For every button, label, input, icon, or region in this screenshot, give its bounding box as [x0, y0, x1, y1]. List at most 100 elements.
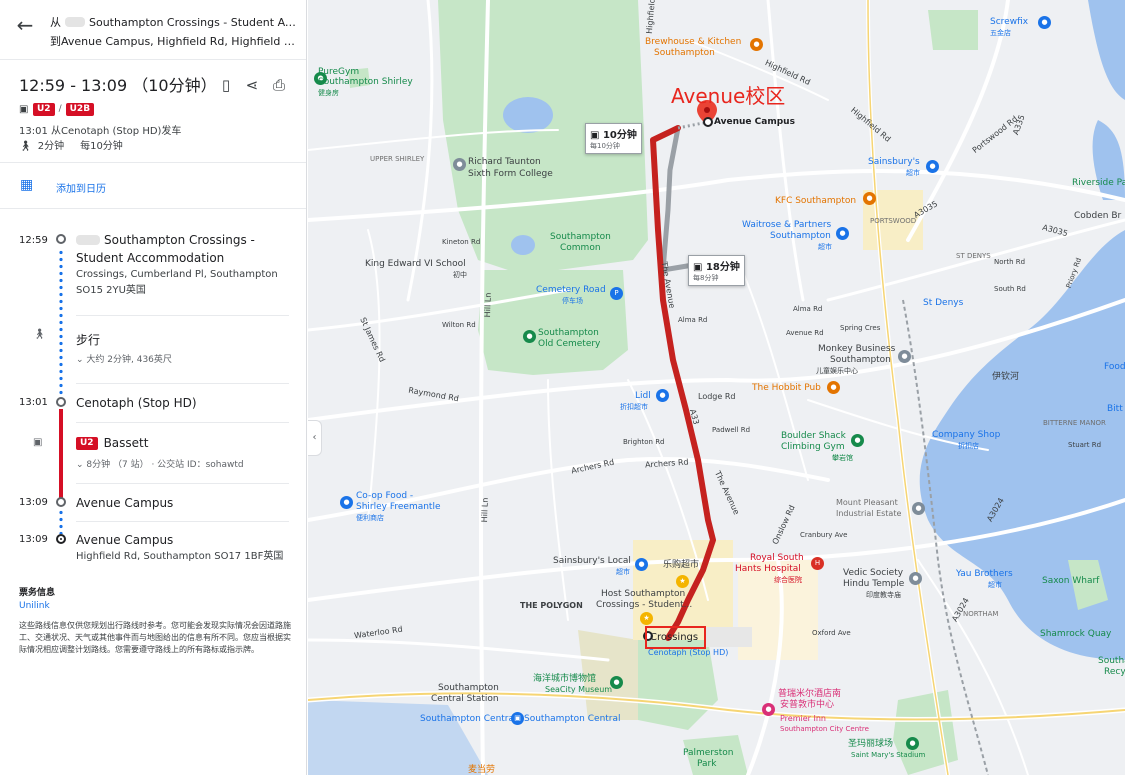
museum-icon[interactable]: ● — [610, 676, 623, 689]
train-icon[interactable]: ▣ — [511, 712, 524, 725]
gym-icon[interactable]: ● — [851, 434, 864, 447]
parking-icon[interactable]: P — [610, 287, 623, 300]
map-place-hobbit-pub[interactable]: The Hobbit Pub — [752, 383, 821, 393]
collapse-panel-button[interactable]: ‹ — [308, 420, 322, 456]
print-icon[interactable]: ⎙ — [269, 75, 289, 95]
origin-map-label[interactable]: Crossings — [650, 632, 698, 643]
route-callout-alternative[interactable]: ▣ 18分钟 每8分钟 — [688, 255, 745, 286]
road-hill-ln-2: Hill Ln — [479, 497, 490, 523]
map-place-saxon-wharf[interactable]: Saxon Wharf — [1042, 576, 1099, 586]
road-alma-rd: Alma Rd — [678, 316, 708, 324]
map-place-cenotaph[interactable]: Cenotaph (Stop HD) — [648, 648, 728, 658]
start-title[interactable]: Southampton Crossings - — [76, 233, 255, 247]
school-icon[interactable]: ● — [453, 158, 466, 171]
map-place-royal-south-hants[interactable]: Royal South — [750, 553, 804, 563]
destination-node-icon — [56, 534, 66, 544]
map-place-central-label[interactable]: Southampton Central — [420, 714, 517, 724]
shopping-cart-icon[interactable]: ● — [656, 389, 669, 402]
map-place-waitrose[interactable]: Waitrose & Partners — [742, 220, 831, 230]
road-hill-ln: Hill Ln — [482, 292, 493, 318]
map-place-screwfix[interactable]: Screwfix — [990, 17, 1028, 27]
map-place-sainsburys[interactable]: Sainsbury's — [868, 157, 920, 167]
board-stop-title[interactable]: Cenotaph (Stop HD) — [76, 396, 197, 410]
star-icon[interactable]: ★ — [640, 612, 653, 625]
map-place-host-southampton[interactable]: Host Southampton — [601, 589, 685, 599]
shopping-cart-icon[interactable]: ● — [340, 496, 353, 509]
map-place-old-cemetery[interactable]: Southampton — [538, 328, 599, 338]
start-address: Crossings, Cumberland Pl, Southampton — [76, 269, 278, 280]
stadium-icon[interactable]: ● — [906, 737, 919, 750]
map-place-palmerston-park[interactable]: Palmerston — [683, 748, 733, 758]
bus-step-title: U2 Bassett — [76, 436, 148, 450]
map-place-riverside[interactable]: Riverside Par — [1072, 178, 1125, 188]
hospital-icon[interactable]: H — [811, 557, 824, 570]
itinerary-steps: 12:59 Southampton Crossings - Student Ac… — [0, 209, 306, 569]
start-title-line2: Student Accommodation — [76, 251, 225, 265]
map-place-vedic-society[interactable]: Vedic Society — [843, 568, 903, 578]
map-place-cemetery-road[interactable]: Cemetery Road — [536, 285, 606, 295]
shopping-cart-icon[interactable]: ● — [635, 558, 648, 571]
departure-text: 13:01 从Cenotaph (Stop HD)发车 — [19, 126, 182, 137]
map-place-central-station[interactable]: Southampton — [438, 683, 499, 693]
map-place-brewhouse[interactable]: Brewhouse & Kitchen — [645, 37, 741, 47]
map-place-yau-brothers-cn: 超市 — [988, 581, 1002, 589]
bus-icon: ▣ — [33, 437, 43, 448]
map-place-king-edward[interactable]: King Edward VI School — [365, 259, 466, 269]
shopping-cart-icon[interactable]: ● — [926, 160, 939, 173]
map-place-mount-pleasant[interactable]: Mount Pleasant — [836, 498, 898, 508]
back-arrow-icon[interactable]: ← — [14, 14, 36, 36]
origin-line[interactable]: 从 Southampton Crossings - Student Accom..… — [50, 14, 300, 30]
map-area-st-denys: ST DENYS — [956, 252, 991, 260]
map-place-cobden: Cobden Br — [1074, 211, 1122, 221]
hotel-icon[interactable]: ● — [762, 703, 775, 716]
map-place-seacity-cn[interactable]: 海洋城市博物馆 — [533, 674, 596, 684]
map-place-kfc[interactable]: KFC Southampton — [775, 196, 856, 206]
map-place-boulder-shack[interactable]: Boulder Shack — [781, 431, 846, 441]
map-place-king-edward-cn: 初中 — [453, 271, 467, 279]
map-place-st-marys-cn[interactable]: 圣玛丽球场 — [848, 739, 893, 749]
add-to-calendar-row[interactable]: ▦ 添加到日历 — [0, 163, 306, 209]
route-callout-primary[interactable]: ▣ 10分钟 每10分钟 — [585, 123, 642, 154]
bus-detail-toggle[interactable]: ⌄ 8分钟 （7 站） · 公交站 ID：sohawtd — [76, 457, 244, 470]
bar-icon[interactable]: ● — [827, 381, 840, 394]
map-place-shamrock-quay[interactable]: Shamrock Quay — [1040, 629, 1111, 639]
restaurant-icon[interactable]: ● — [750, 38, 763, 51]
map-place-yau-brothers[interactable]: Yau Brothers — [956, 569, 1013, 579]
map-place-sainsburys-local[interactable]: Sainsbury's Local — [553, 556, 631, 566]
shop-icon[interactable]: ● — [1038, 16, 1051, 29]
shopping-cart-icon[interactable]: ● — [836, 227, 849, 240]
map-place-recycling[interactable]: Southam — [1098, 656, 1125, 666]
map-place-richard-taunton[interactable]: Richard Taunton — [468, 157, 541, 167]
map-place-coop[interactable]: Co-op Food - — [356, 491, 413, 501]
park-icon[interactable]: ● — [523, 330, 536, 343]
bus-route-line — [59, 409, 63, 499]
map-place-common[interactable]: Southampton — [550, 232, 611, 242]
bus-destination: Bassett — [103, 436, 149, 450]
destination-map-label[interactable]: Avenue Campus — [714, 117, 795, 127]
restaurant-icon[interactable]: ● — [863, 192, 876, 205]
industrial-icon[interactable]: ● — [912, 502, 925, 515]
star-icon[interactable]: ★ — [676, 575, 689, 588]
destination-title[interactable]: Avenue Campus — [76, 533, 173, 547]
destination-line[interactable]: 到Avenue Campus, Highfield Rd, Highfield … — [50, 33, 300, 49]
map-area-bitterne-manor: BITTERNE MANOR — [1043, 419, 1106, 427]
unilink-link[interactable]: Unilink — [19, 601, 50, 611]
map-place-mcdonalds-cn[interactable]: 麦当劳 — [468, 765, 495, 775]
map-canvas[interactable]: ● PureGym Southampton Shirley 健身房 Brewho… — [308, 0, 1125, 775]
road-oxford-ave: Oxford Ave — [812, 629, 851, 637]
walk-detail-toggle[interactable]: ⌄ 大约 2分钟, 436英尺 — [76, 352, 172, 365]
map-place-premier-inn-cn[interactable]: 普瑞米尔酒店南 — [778, 689, 841, 699]
send-to-phone-icon[interactable]: ▯ — [216, 75, 236, 95]
map-place-central-label-2[interactable]: Southampton Central — [524, 714, 621, 724]
alight-stop-title[interactable]: Avenue Campus — [76, 496, 173, 510]
map-place-lidl[interactable]: Lidl — [635, 391, 651, 401]
map-place-puregym[interactable]: PureGym — [318, 67, 359, 77]
add-to-calendar-link[interactable]: 添加到日历 — [56, 180, 106, 195]
share-icon[interactable]: ⋖ — [242, 75, 262, 95]
map-place-central-station-sub: Central Station — [431, 694, 499, 704]
temple-icon[interactable]: ● — [909, 572, 922, 585]
map-place-monkey-business[interactable]: Monkey Business — [818, 344, 895, 354]
entertainment-icon[interactable]: ● — [898, 350, 911, 363]
map-place-company-shop[interactable]: Company Shop — [932, 430, 1000, 440]
map-place-st-denys-station[interactable]: St Denys — [923, 298, 963, 308]
